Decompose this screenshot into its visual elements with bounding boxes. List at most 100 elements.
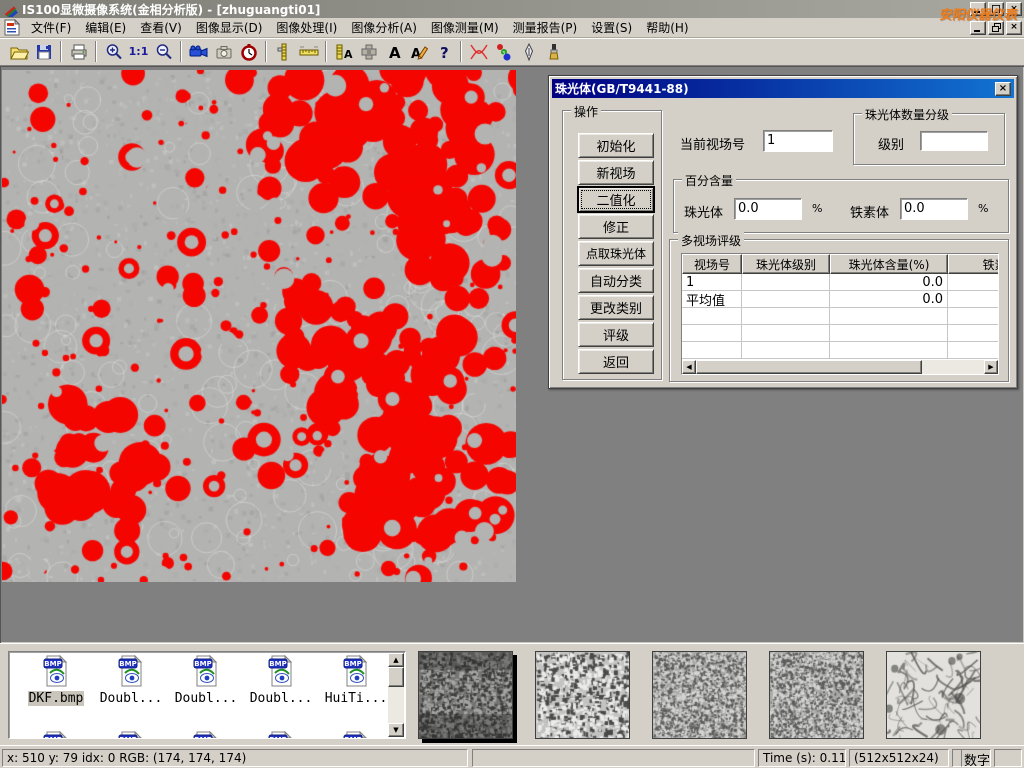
col-header-pearlite[interactable]: 珠光体含量(%) (830, 254, 948, 274)
thumbnail-2[interactable] (535, 651, 630, 739)
ruler-icon[interactable] (296, 40, 321, 63)
menu-file[interactable]: 文件(F) (24, 17, 78, 38)
col-header-field[interactable]: 视场号 (682, 254, 742, 274)
save-icon[interactable] (31, 40, 56, 63)
menu-image-display[interactable]: 图像显示(D) (189, 17, 270, 38)
menu-settings[interactable]: 设置(S) (584, 17, 639, 38)
file-list-vscrollbar[interactable]: ▲ ▼ (388, 653, 404, 737)
table-row (682, 325, 999, 342)
multi-view-table[interactable]: 视场号 珠光体级别 珠光体含量(%) 铁素体含量(%) 1 0.0 平均值 0.… (681, 253, 999, 375)
menu-report[interactable]: 测量报告(P) (506, 17, 585, 38)
menu-edit[interactable]: 编辑(E) (78, 17, 133, 38)
file-list[interactable]: BMP DKF.bmp BMP Doubl... BMP Doubl... BM… (8, 651, 406, 739)
mdi-minimize-icon[interactable] (970, 21, 986, 35)
list-item[interactable]: BMP (321, 730, 391, 739)
dialog-close-icon[interactable]: × (995, 82, 1011, 96)
menu-image-measure[interactable]: 图像测量(M) (424, 17, 506, 38)
list-item[interactable]: BMP Doubl... (171, 654, 241, 706)
vscroll-thumb[interactable] (388, 667, 404, 687)
list-item[interactable]: BMP (246, 730, 316, 739)
mdi-restore-icon[interactable] (988, 21, 1004, 35)
table-hscrollbar[interactable]: ◀ ▶ (682, 360, 998, 374)
rate-button[interactable]: 评级 (578, 322, 654, 347)
table-row[interactable]: 平均值 0.0 (682, 291, 999, 308)
file-name[interactable]: Doubl... (249, 691, 314, 706)
status-spacer (994, 749, 1022, 767)
pen-icon[interactable] (516, 40, 541, 63)
binarize-button[interactable]: 二值化 (578, 187, 654, 212)
annotate-icon[interactable]: A (406, 40, 431, 63)
menu-image-analysis[interactable]: 图像分析(A) (344, 17, 424, 38)
measure-text-icon[interactable]: A (331, 40, 356, 63)
caliper-icon[interactable] (271, 40, 296, 63)
print-icon[interactable] (66, 40, 91, 63)
micrograph-image[interactable] (2, 70, 516, 582)
list-item[interactable]: BMP (171, 730, 241, 739)
list-item[interactable]: BMP (21, 730, 91, 739)
thumbnail-3[interactable] (652, 651, 747, 739)
scroll-left-icon[interactable]: ◀ (682, 360, 696, 374)
status-bar: x: 510 y: 79 idx: 0 RGB: (174, 174, 174)… (0, 745, 1024, 768)
maximize-icon[interactable] (988, 2, 1004, 16)
title-bar: IS100显微摄像系统(金相分析版) - [zhuguangti01] × (0, 0, 1024, 18)
scroll-down-icon[interactable]: ▼ (388, 723, 404, 737)
close-icon[interactable]: × (1006, 2, 1022, 16)
phase-particles-icon[interactable]: 3 (491, 40, 516, 63)
mdi-close-icon[interactable]: × (1006, 21, 1022, 35)
cell-pearlite: 0.0 (830, 291, 948, 308)
snapshot-icon[interactable] (211, 40, 236, 63)
dialog-title-bar[interactable]: 珠光体(GB/T9441-88) × (552, 79, 1014, 98)
list-item[interactable]: BMP Doubl... (96, 654, 166, 706)
file-name[interactable]: HuiTi... (324, 691, 389, 706)
cell-grade (742, 291, 830, 308)
return-button[interactable]: 返回 (578, 349, 654, 374)
list-item[interactable]: BMP HuiTi... (321, 654, 391, 706)
zoom-in-icon[interactable] (101, 40, 126, 63)
text-icon[interactable]: A (381, 40, 406, 63)
list-item[interactable]: BMP Doubl... (246, 654, 316, 706)
new-field-button[interactable]: 新视场 (578, 160, 654, 185)
file-name[interactable]: Doubl... (99, 691, 164, 706)
file-name[interactable]: DKF.bmp (28, 691, 85, 706)
pick-pearlite-button[interactable]: 点取珠光体 (578, 241, 654, 266)
pearlite-dialog[interactable]: 珠光体(GB/T9441-88) × 操作 初始化 新视场 二值化 修正 点取珠… (548, 75, 1018, 389)
scroll-right-icon[interactable]: ▶ (984, 360, 998, 374)
document-icon[interactable] (3, 19, 21, 36)
change-class-button[interactable]: 更改类别 (578, 295, 654, 320)
spline-curve-icon[interactable] (466, 40, 491, 63)
toolbar-separator (95, 41, 97, 62)
actual-size-icon[interactable]: 1:1 (126, 40, 151, 63)
hscroll-thumb[interactable] (696, 360, 922, 374)
init-button[interactable]: 初始化 (578, 133, 654, 158)
menu-image-process[interactable]: 图像处理(I) (269, 17, 344, 38)
ferrite-percent-input[interactable]: 0.0 (900, 198, 968, 220)
col-header-ferrite[interactable]: 铁素体含量(%) (948, 254, 999, 274)
scroll-up-icon[interactable]: ▲ (388, 653, 404, 667)
cell-grade (742, 274, 830, 291)
current-view-input[interactable]: 1 (763, 130, 833, 152)
col-header-grade[interactable]: 珠光体级别 (742, 254, 830, 274)
list-item[interactable]: BMP (96, 730, 166, 739)
auto-classify-button[interactable]: 自动分类 (578, 268, 654, 293)
menu-help[interactable]: 帮助(H) (639, 17, 695, 38)
list-item[interactable]: BMP DKF.bmp (21, 654, 91, 706)
svg-text:A: A (344, 48, 353, 61)
help-icon[interactable]: ? (431, 40, 456, 63)
correct-button[interactable]: 修正 (578, 214, 654, 239)
thumbnail-1[interactable] (418, 651, 513, 739)
brush-icon[interactable] (541, 40, 566, 63)
video-camera-icon[interactable] (186, 40, 211, 63)
timer-icon[interactable] (236, 40, 261, 63)
table-row[interactable]: 1 0.0 (682, 274, 999, 291)
thumbnail-4[interactable] (769, 651, 864, 739)
open-icon[interactable] (6, 40, 31, 63)
minimize-icon[interactable] (970, 2, 986, 16)
svg-text:?: ? (440, 44, 449, 62)
zoom-out-icon[interactable] (151, 40, 176, 63)
pearlite-percent-input[interactable]: 0.0 (734, 198, 802, 220)
level-input[interactable] (920, 131, 988, 151)
file-name[interactable]: Doubl... (174, 691, 239, 706)
menu-view[interactable]: 查看(V) (133, 17, 189, 38)
image-merge-icon[interactable] (356, 40, 381, 63)
thumbnail-5[interactable] (886, 651, 981, 739)
